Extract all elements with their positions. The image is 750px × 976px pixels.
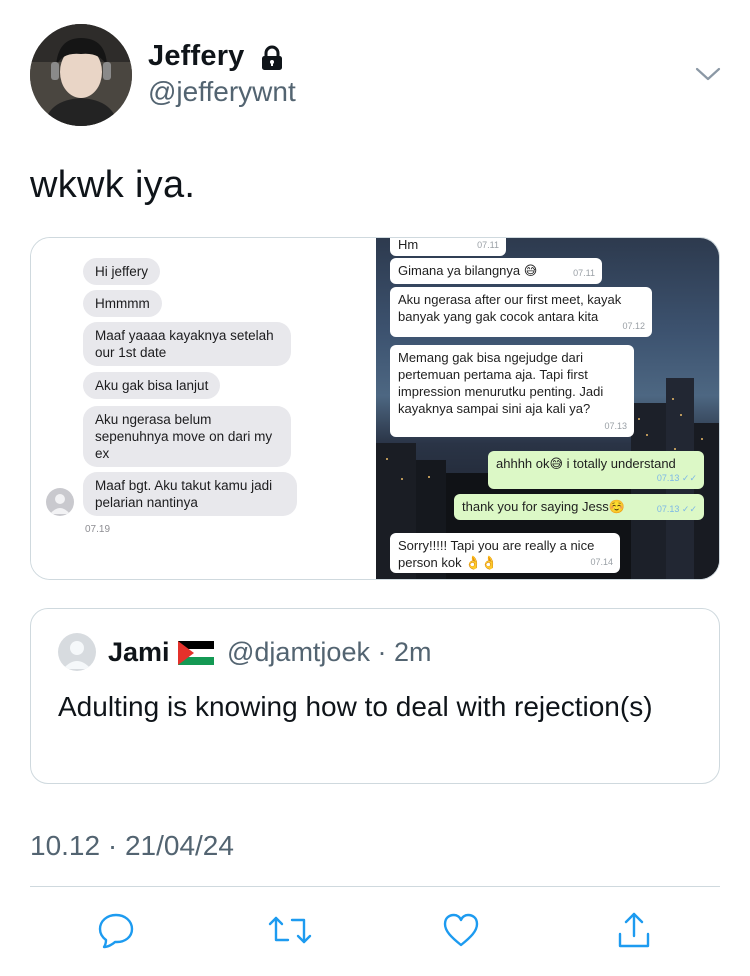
quoted-name[interactable]: Jami [108,637,170,668]
author-handle[interactable]: @jefferywnt [148,76,296,108]
share-icon [618,912,650,948]
palestine-flag-icon [178,641,214,665]
chat-bubble: Aku gak bisa lanjut [83,372,221,399]
retweet-icon [268,916,312,944]
chat-bubble: Maaf bgt. Aku takut kamu jadi pelarian n… [83,472,297,516]
chat-bubble-incoming: Sorry!!!!! Tapi you are really a nice pe… [390,533,620,573]
chat-screenshot-right: Hm 07.11 Gimana ya bilangnya 😅 07.11 Aku n… [376,238,719,579]
contact-avatar [46,488,74,516]
divider [30,886,720,887]
chevron-down-icon[interactable] [694,62,722,86]
lock-icon [262,45,282,70]
tweet-timestamp[interactable]: 10.12 · 21/04/24 [30,830,234,862]
chat-bubble: Maaf yaaaa kayaknya setelah our 1st date [83,322,291,366]
reply-button[interactable] [92,906,140,954]
chat-bubble-incoming: Gimana ya bilangnya 😅 07.11 [390,258,602,284]
chat-bubble: Hi jeffery [83,258,161,285]
chat-bubble-incoming: Memang gak bisa ngejudge dari pertemuan … [390,345,634,437]
heart-icon [443,913,479,947]
tweet-media[interactable]: Hi jeffery Hmmmm Maaf yaaaa kayaknya set… [30,237,720,580]
chat-time: 07.19 [85,524,111,535]
chat-bubble: Aku ngerasa belum sepenuhnya move on dar… [83,406,291,467]
chat-bubble: Hmmmm [83,290,162,317]
reply-icon [98,913,134,949]
chat-bubble-outgoing: ahhhh ok😅 i totally understand 07.13 ✓✓ [488,451,704,489]
quoted-handle-time[interactable]: @djamtjoek · 2m [227,637,431,668]
quoted-avatar[interactable] [58,633,96,671]
chat-bubble-outgoing: thank you for saying Jess☺️ 07.13 ✓✓ [454,494,704,520]
like-button[interactable] [437,906,485,954]
chat-bubble-incoming: Aku ngerasa after our first meet, kayak … [390,287,652,337]
author-avatar[interactable] [30,24,132,126]
chat-screenshot-left: Hi jeffery Hmmmm Maaf yaaaa kayaknya set… [31,238,376,579]
tweet-text: wkwk iya. [30,164,196,206]
author-name[interactable]: Jeffery [148,40,245,73]
quoted-tweet[interactable]: Jami @djamtjoek · 2m Adulting is knowing… [30,608,720,784]
retweet-button[interactable] [266,906,314,954]
share-button[interactable] [610,906,658,954]
chat-bubble-incoming: Hm 07.11 [390,238,506,256]
quoted-text: Adulting is knowing how to deal with rej… [58,691,653,722]
